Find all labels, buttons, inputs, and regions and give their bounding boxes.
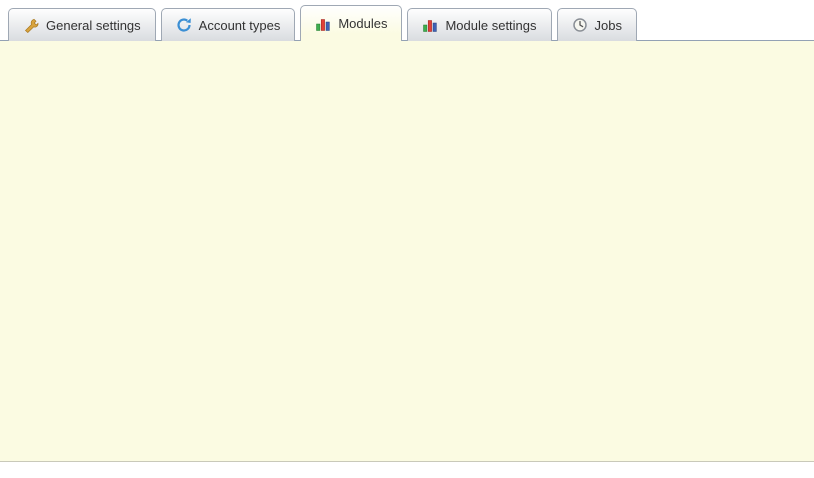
tab-modules[interactable]: Modules [300,5,402,41]
tab-bar: General settings Account types Modules M… [8,5,637,41]
tab-module-settings[interactable]: Module settings [407,8,551,41]
tab-label: Module settings [445,18,536,33]
sync-icon [176,17,192,33]
tab-label: Jobs [595,18,622,33]
tab-general-settings[interactable]: General settings [8,8,156,41]
wrench-icon [23,17,39,33]
tab-label: Account types [199,18,281,33]
tab-label: General settings [46,18,141,33]
content-panel [0,40,814,462]
tab-jobs[interactable]: Jobs [557,8,637,41]
lam-configuration-page: General settings Account types Modules M… [0,0,814,478]
tab-account-types[interactable]: Account types [161,8,296,41]
clock-icon [572,17,588,33]
chart-icon [422,17,438,33]
tab-label: Modules [338,16,387,31]
chart-icon [315,16,331,32]
